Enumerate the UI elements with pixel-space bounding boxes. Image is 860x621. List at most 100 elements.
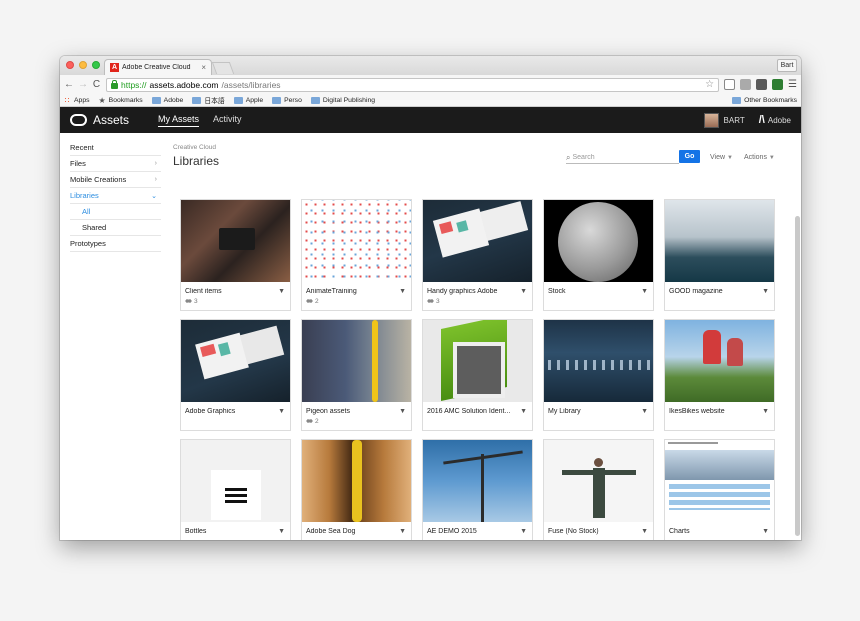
card-menu-icon[interactable]: ▼ xyxy=(399,528,406,535)
extension-v-icon[interactable] xyxy=(772,79,784,90)
card-footer: Bottles ▼ xyxy=(181,522,290,540)
sidebar-item-all[interactable]: All xyxy=(70,204,161,220)
library-card[interactable]: Handy graphics Adobe 3 ▼ xyxy=(422,199,533,311)
adobe-logo-icon[interactable]: /\ xyxy=(759,114,765,126)
nav-my-assets[interactable]: My Assets xyxy=(158,114,200,127)
library-thumbnail[interactable] xyxy=(544,320,653,402)
sidebar-item-prototypes[interactable]: Prototypes xyxy=(70,236,161,252)
folder-icon xyxy=(192,96,202,104)
library-card[interactable]: GOOD magazine ▼ xyxy=(664,199,775,311)
minimize-window-button[interactable] xyxy=(79,61,87,69)
card-menu-icon[interactable]: ▼ xyxy=(762,408,769,415)
scrollbar[interactable] xyxy=(795,216,800,536)
library-card[interactable]: Adobe Graphics ▼ xyxy=(180,319,291,431)
library-card[interactable]: Pigeon assets 2 ▼ xyxy=(301,319,412,431)
card-menu-icon[interactable]: ▼ xyxy=(762,528,769,535)
library-thumbnail[interactable] xyxy=(181,200,290,282)
card-menu-icon[interactable]: ▼ xyxy=(641,288,648,295)
bookmark-other[interactable]: Other Bookmarks xyxy=(732,96,797,104)
library-thumbnail[interactable] xyxy=(302,200,411,282)
library-card[interactable]: Fuse (No Stock) ▼ xyxy=(543,439,654,540)
card-menu-icon[interactable]: ▼ xyxy=(520,408,527,415)
card-menu-icon[interactable]: ▼ xyxy=(641,408,648,415)
bookmarks-bar: Apps ★ Bookmarks Adobe 日本語 Apple Perso Di… xyxy=(60,94,801,107)
library-card[interactable]: AE DEMO 2015 ▼ xyxy=(422,439,533,540)
zoom-window-button[interactable] xyxy=(92,61,100,69)
library-thumbnail[interactable] xyxy=(665,200,774,282)
library-card[interactable]: Charts ▼ xyxy=(664,439,775,540)
menu-icon[interactable]: ☰ xyxy=(788,79,797,90)
view-menu[interactable]: View ▼ xyxy=(710,154,733,161)
caret-down-icon: ▼ xyxy=(768,155,775,161)
actions-menu[interactable]: Actions ▼ xyxy=(744,154,775,161)
bookmark-bookmarks[interactable]: ★ Bookmarks xyxy=(99,96,143,105)
bookmark-apps[interactable]: Apps xyxy=(64,96,90,104)
library-thumbnail[interactable] xyxy=(181,320,290,402)
library-thumbnail[interactable] xyxy=(544,200,653,282)
user-name[interactable]: BART xyxy=(724,116,745,125)
sidebar-item-label: Shared xyxy=(82,223,107,232)
library-card[interactable]: Stock ▼ xyxy=(543,199,654,311)
close-window-button[interactable] xyxy=(66,61,74,69)
library-card[interactable]: Adobe Sea Dog ▼ xyxy=(301,439,412,540)
sidebar-item-shared[interactable]: Shared xyxy=(70,220,161,236)
close-tab-icon[interactable]: × xyxy=(201,63,206,72)
sidebar-item-mobile-creations[interactable]: Mobile Creations › xyxy=(70,172,161,188)
go-button[interactable]: Go xyxy=(679,150,700,163)
sidebar-item-files[interactable]: Files › xyxy=(70,156,161,172)
window-controls xyxy=(66,61,100,69)
search-box: ⌕ xyxy=(566,152,679,164)
view-label: View xyxy=(710,154,726,161)
creative-cloud-logo-icon[interactable] xyxy=(70,114,87,126)
card-menu-icon[interactable]: ▼ xyxy=(399,288,406,295)
card-menu-icon[interactable]: ▼ xyxy=(278,288,285,295)
card-menu-icon[interactable]: ▼ xyxy=(520,528,527,535)
download-icon[interactable] xyxy=(740,79,752,90)
library-thumbnail[interactable] xyxy=(423,440,532,522)
card-menu-icon[interactable]: ▼ xyxy=(278,528,285,535)
library-card[interactable]: IkesBikes website ▼ xyxy=(664,319,775,431)
profile-button[interactable]: Bart xyxy=(777,59,797,72)
sidebar-item-recent[interactable]: Recent xyxy=(70,140,161,156)
bookmark-apple[interactable]: Apple xyxy=(233,96,263,104)
library-thumbnail[interactable] xyxy=(423,320,532,402)
library-thumbnail[interactable] xyxy=(665,440,774,522)
app-brand[interactable]: Assets xyxy=(93,113,129,127)
library-thumbnail[interactable] xyxy=(665,320,774,402)
adobe-label[interactable]: Adobe xyxy=(768,116,791,125)
cast-icon[interactable] xyxy=(724,79,736,90)
card-menu-icon[interactable]: ▼ xyxy=(399,408,406,415)
bookmark-japanese[interactable]: 日本語 xyxy=(192,95,225,105)
card-menu-icon[interactable]: ▼ xyxy=(278,408,285,415)
breadcrumb[interactable]: Creative Cloud xyxy=(173,144,216,151)
bookmark-star-icon[interactable]: ☆ xyxy=(705,79,714,90)
library-thumbnail[interactable] xyxy=(544,440,653,522)
forward-icon[interactable]: → xyxy=(78,79,88,90)
bookmark-digital-publishing[interactable]: Digital Publishing xyxy=(310,96,375,104)
library-card[interactable]: 2016 AMC Solution Ident... ▼ xyxy=(422,319,533,431)
card-menu-icon[interactable]: ▼ xyxy=(641,528,648,535)
nav-activity[interactable]: Activity xyxy=(213,114,242,126)
library-thumbnail[interactable] xyxy=(302,440,411,522)
library-card[interactable]: Client items 3 ▼ xyxy=(180,199,291,311)
reload-icon[interactable]: C xyxy=(92,79,101,90)
library-card[interactable]: Bottles ▼ xyxy=(180,439,291,540)
back-icon[interactable]: ← xyxy=(64,79,74,90)
avatar[interactable] xyxy=(703,112,719,128)
sidebar-item-libraries[interactable]: Libraries ⌄ xyxy=(70,188,161,204)
library-thumbnail[interactable] xyxy=(302,320,411,402)
search-input[interactable] xyxy=(572,154,679,161)
card-menu-icon[interactable]: ▼ xyxy=(520,288,527,295)
library-card[interactable]: AnimateTraining 2 ▼ xyxy=(301,199,412,311)
browser-tab[interactable]: A Adobe Creative Cloud × xyxy=(104,59,212,75)
bookmark-perso[interactable]: Perso xyxy=(272,96,302,104)
new-tab-button[interactable] xyxy=(211,62,235,74)
shield-icon[interactable] xyxy=(756,79,768,90)
actions-label: Actions xyxy=(744,154,767,161)
address-bar[interactable]: https://assets.adobe.com/assets/librarie… xyxy=(106,77,720,92)
bookmark-adobe[interactable]: Adobe xyxy=(151,96,183,104)
library-thumbnail[interactable] xyxy=(181,440,290,522)
library-thumbnail[interactable] xyxy=(423,200,532,282)
library-card[interactable]: My Library ▼ xyxy=(543,319,654,431)
card-menu-icon[interactable]: ▼ xyxy=(762,288,769,295)
